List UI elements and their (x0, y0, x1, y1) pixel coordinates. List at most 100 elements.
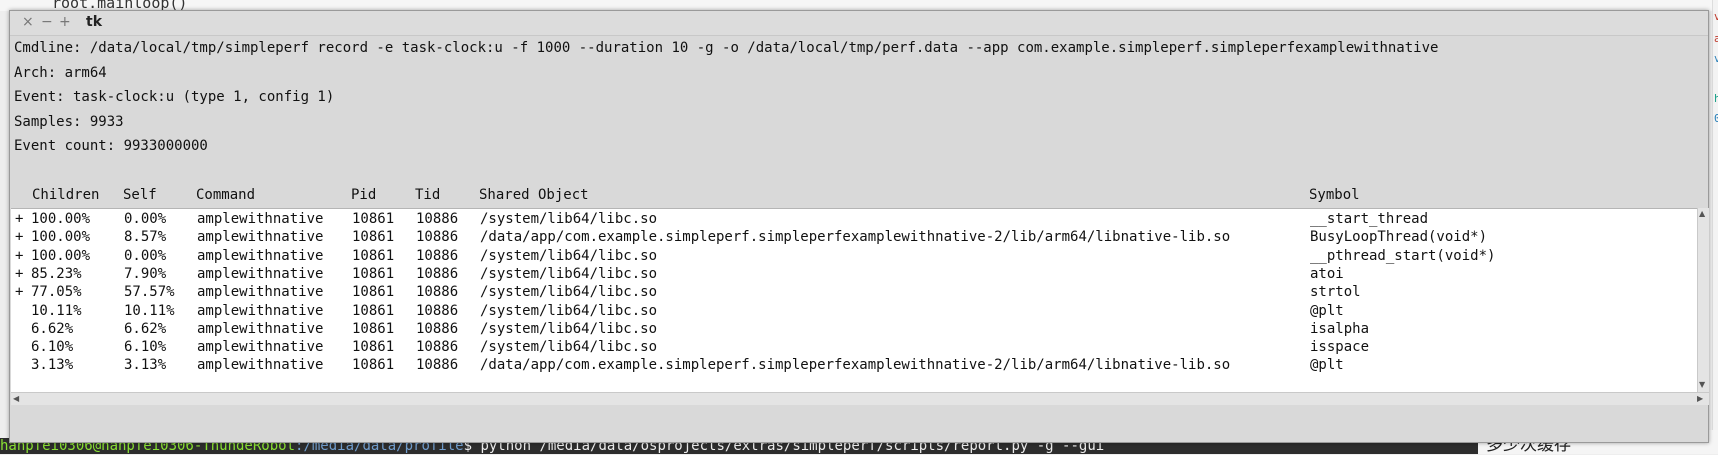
table-row[interactable]: 6.10% 6.10% amplewithnative 10861 10886/syst… (11, 338, 1697, 356)
shared-object-cell: /system/lib64/libc.so (480, 211, 658, 227)
self-cell: 10.11% (124, 302, 175, 319)
tid-cell: 10886 (416, 339, 459, 356)
command-cell: amplewithnative (197, 211, 324, 227)
close-icon[interactable]: × (22, 14, 34, 30)
cmdline-label: Cmdline: /data/local/tmp/simpleperf reco… (14, 40, 1439, 56)
children-cell: 100.00% (31, 229, 91, 246)
self-cell: 3.13% (124, 357, 167, 374)
command-cell: amplewithnative (197, 320, 324, 337)
header-pid[interactable]: Pid (351, 187, 376, 203)
children-cell: 10.11% (31, 302, 82, 319)
header-command[interactable]: Command (196, 187, 255, 203)
tid-cell: 10886 (416, 284, 459, 301)
command-cell: amplewithnative (197, 247, 324, 264)
expand-toggle[interactable]: + (15, 247, 23, 265)
self-cell: 6.10% (124, 339, 167, 356)
shared-object-cell: /system/lib64/libc.so (480, 265, 658, 282)
vertical-scrollbar[interactable]: ▲ ▼ (1697, 208, 1709, 392)
scroll-right-icon[interactable]: ▶ (1697, 394, 1703, 403)
tid-cell: 10886 (416, 247, 459, 264)
shared-object-cell: /data/app/com.example.simpleperf.simplep… (480, 229, 1231, 246)
command-cell: amplewithnative (197, 265, 324, 282)
symbol-cell: BusyLoopThread(void*) (1310, 229, 1488, 246)
pid-cell: 10861 (352, 302, 395, 319)
table-row[interactable]: 3.13% 3.13% amplewithnative 10861 10886/data… (11, 356, 1697, 374)
self-cell: 0.00% (124, 211, 167, 227)
pid-cell: 10861 (352, 211, 395, 227)
event-label: Event: task-clock:u (type 1, config 1) (14, 89, 335, 105)
pid-cell: 10861 (352, 357, 395, 374)
tid-cell: 10886 (416, 265, 459, 282)
header-shared-object[interactable]: Shared Object (479, 187, 589, 203)
scroll-down-icon[interactable]: ▼ (1699, 380, 1705, 389)
maximize-icon[interactable]: + (59, 14, 71, 30)
symbol-cell: @plt (1310, 357, 1344, 374)
minimize-icon[interactable]: − (41, 14, 53, 30)
event-count-label: Event count: 9933000000 (14, 138, 208, 154)
self-cell: 7.90% (124, 265, 167, 282)
command-cell: amplewithnative (197, 339, 324, 356)
expand-toggle[interactable]: + (15, 228, 23, 246)
self-cell: 8.57% (124, 229, 167, 246)
tid-cell: 10886 (416, 357, 459, 374)
shared-object-cell: /system/lib64/libc.so (480, 320, 658, 337)
children-cell: 3.13% (31, 357, 74, 374)
pid-cell: 10861 (352, 284, 395, 301)
shared-object-cell: /system/lib64/libc.so (480, 339, 658, 356)
tid-cell: 10886 (416, 229, 459, 246)
command-cell: amplewithnative (197, 302, 324, 319)
pid-cell: 10861 (352, 247, 395, 264)
header-tid[interactable]: Tid (415, 187, 440, 203)
table-row[interactable]: +100.00% 8.57% amplewithnative 10861 10886/d… (11, 228, 1697, 246)
shared-object-cell: /data/app/com.example.simpleperf.simplep… (480, 357, 1231, 374)
scroll-up-icon[interactable]: ▲ (1699, 209, 1705, 218)
children-cell: 77.05% (31, 284, 82, 301)
horizontal-scrollbar[interactable]: ◀ ▶ (11, 392, 1709, 405)
table-row[interactable]: +77.05% 57.57% amplewithnative 10861 10886/s… (11, 283, 1697, 301)
children-cell: 100.00% (31, 211, 91, 227)
children-cell: 6.62% (31, 320, 74, 337)
expand-toggle[interactable]: + (15, 210, 23, 228)
table-row[interactable]: +85.23% 7.90% amplewithnative 10861 10886/sy… (11, 265, 1697, 283)
table-row[interactable]: +100.00% 0.00% amplewithnative 10861 10886/s… (11, 247, 1697, 265)
symbol-cell: __start_thread (1310, 211, 1429, 227)
symbol-cell: isspace (1310, 339, 1370, 356)
symbol-cell: isalpha (1310, 320, 1370, 337)
tid-cell: 10886 (416, 302, 459, 319)
report-tree[interactable]: +100.00% 0.00% amplewithnative 10861 10886/s… (11, 208, 1697, 392)
children-cell: 85.23% (31, 265, 82, 282)
tid-cell: 10886 (416, 211, 459, 227)
tid-cell: 10886 (416, 320, 459, 337)
shared-object-cell: /system/lib64/libc.so (480, 247, 658, 264)
table-row[interactable]: 10.11% 10.11% amplewithnative 10861 10886/sy… (11, 302, 1697, 320)
symbol-cell: strtol (1310, 284, 1361, 301)
window-title: tk (86, 14, 103, 30)
pid-cell: 10861 (352, 229, 395, 246)
self-cell: 57.57% (124, 284, 175, 301)
header-children[interactable]: Children (32, 187, 99, 203)
command-cell: amplewithnative (197, 229, 324, 246)
tk-window: × − + tk Cmdline: /data/local/tmp/simple… (9, 10, 1709, 443)
scroll-left-icon[interactable]: ◀ (13, 394, 19, 403)
header-self[interactable]: Self (123, 187, 157, 203)
shared-object-cell: /system/lib64/libc.so (480, 302, 658, 319)
header-symbol[interactable]: Symbol (1309, 187, 1360, 203)
command-cell: amplewithnative (197, 284, 324, 301)
expand-toggle[interactable]: + (15, 283, 23, 301)
self-cell: 0.00% (124, 247, 167, 264)
symbol-cell: __pthread_start(void*) (1310, 247, 1496, 264)
title-bar[interactable]: × − + tk (10, 11, 1708, 36)
background-editor-gutter: vav h0 (1712, 0, 1718, 454)
table-row[interactable]: 6.62% 6.62% amplewithnative 10861 10886/syst… (11, 320, 1697, 338)
pid-cell: 10861 (352, 265, 395, 282)
command-cell: amplewithnative (197, 357, 324, 374)
pid-cell: 10861 (352, 320, 395, 337)
children-cell: 100.00% (31, 247, 91, 264)
pid-cell: 10861 (352, 339, 395, 356)
expand-toggle[interactable]: + (15, 265, 23, 283)
shared-object-cell: /system/lib64/libc.so (480, 284, 658, 301)
symbol-cell: @plt (1310, 302, 1344, 319)
arch-label: Arch: arm64 (14, 65, 107, 81)
self-cell: 6.62% (124, 320, 167, 337)
symbol-cell: atoi (1310, 265, 1344, 282)
